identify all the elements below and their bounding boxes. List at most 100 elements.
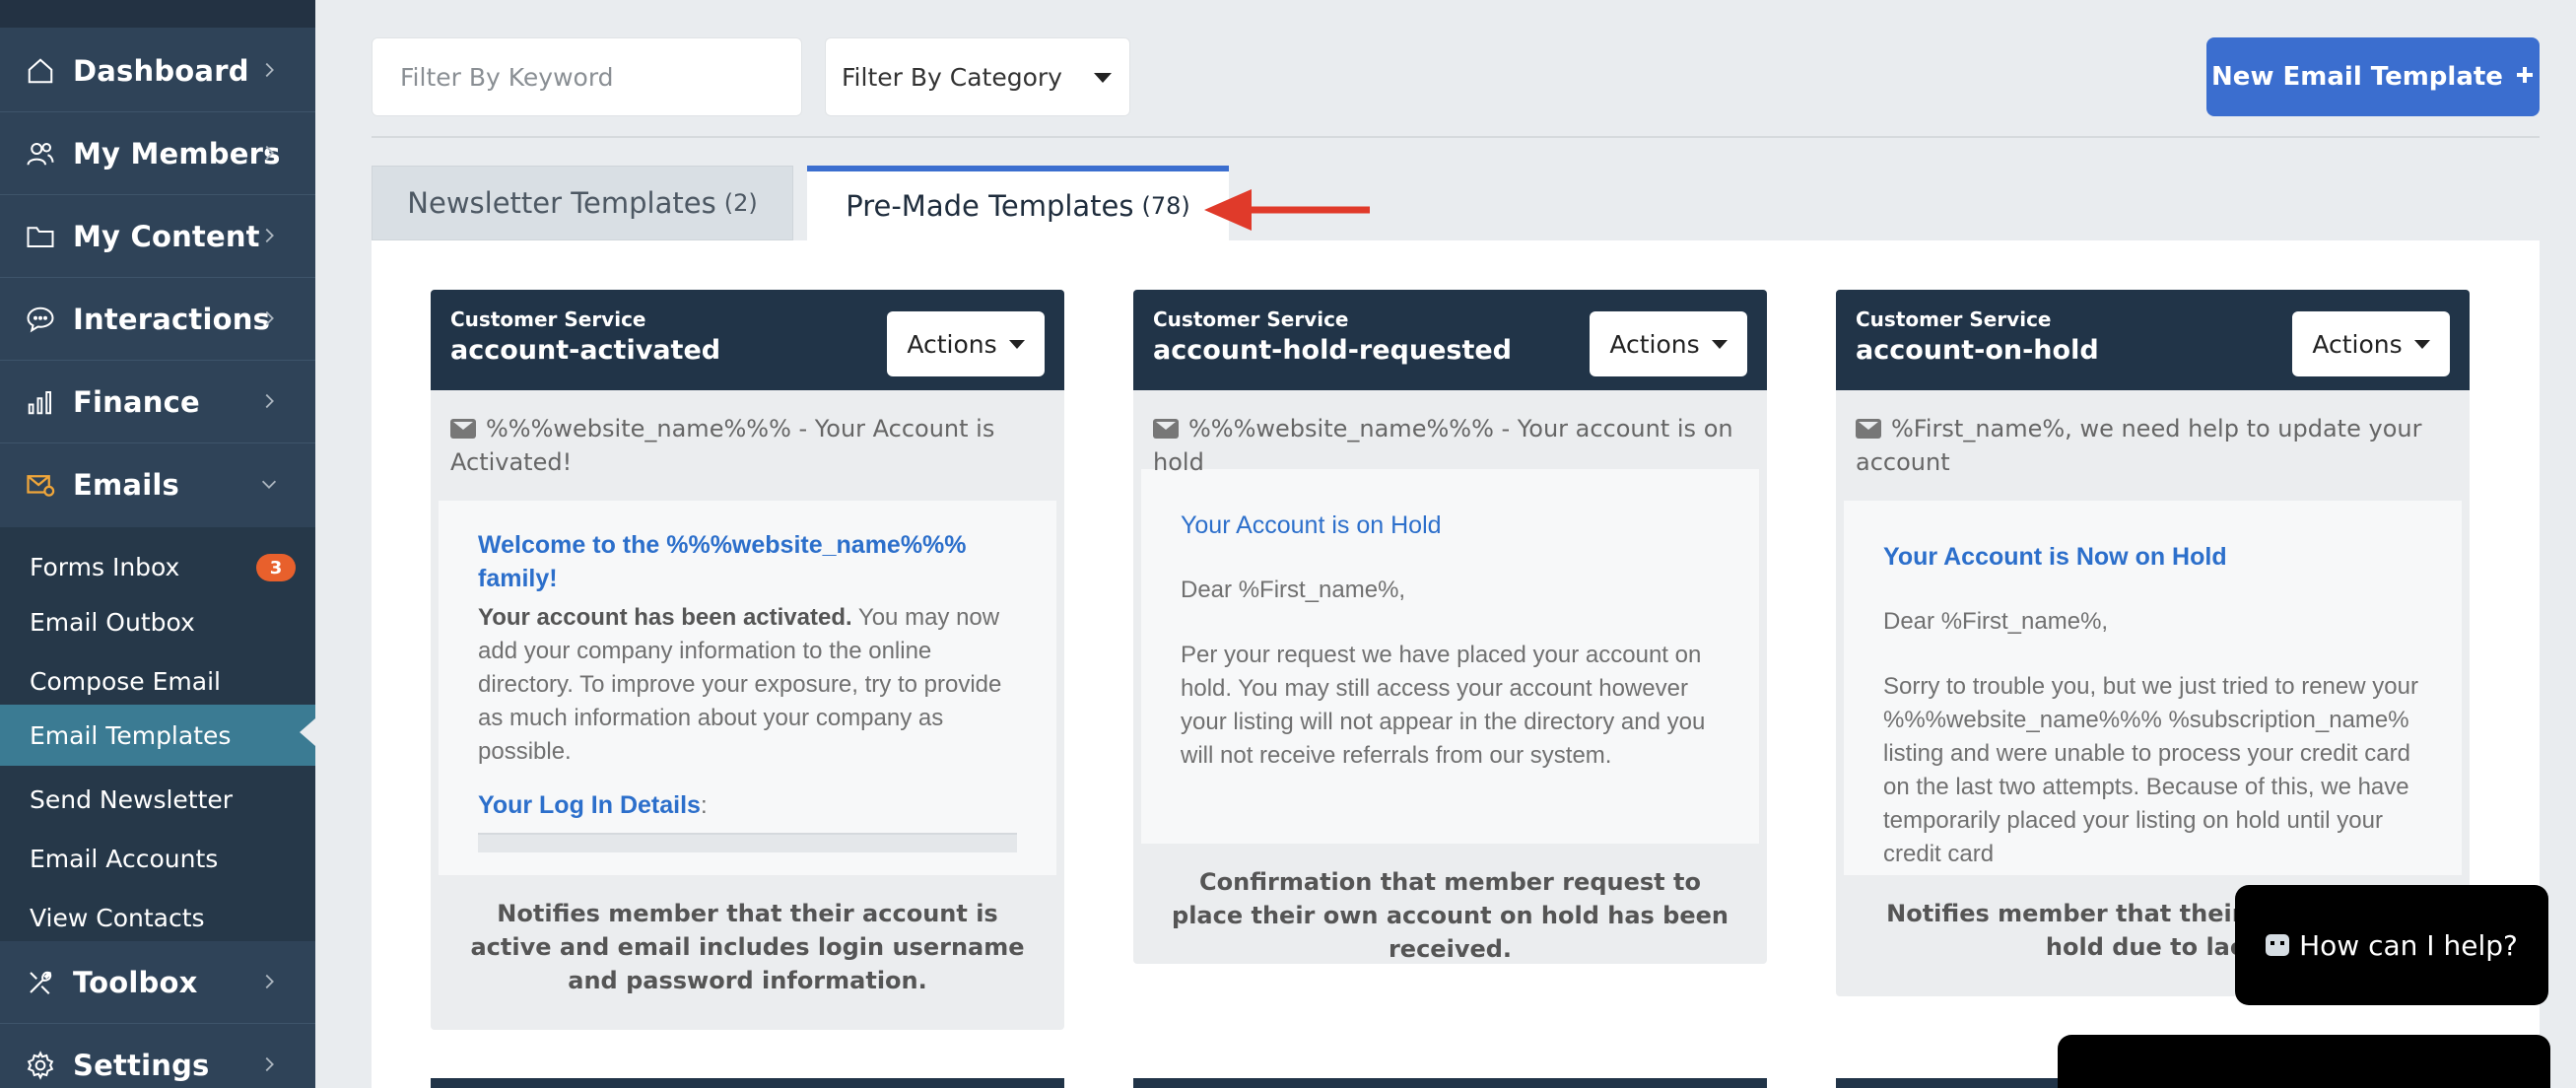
tab-pre-made-templates[interactable]: Pre-Made Templates (78): [807, 166, 1229, 240]
sidebar-item-my-members[interactable]: My Members: [0, 112, 315, 195]
card-header: Customer Service account-on-hold Actions: [1836, 290, 2470, 390]
sidebar-item-label: Toolbox: [73, 965, 198, 999]
card-category: Customer Service: [1153, 307, 1349, 331]
submenu-label: Forms Inbox: [30, 552, 180, 581]
actions-label: Actions: [2312, 329, 2403, 359]
robot-icon: [2266, 934, 2290, 956]
emails-submenu: Forms Inbox 3 Email Outbox Compose Email…: [0, 527, 315, 941]
chevron-right-icon: [258, 390, 280, 412]
caret-down-icon: [1094, 73, 1112, 83]
submenu-label: Email Templates: [30, 720, 232, 750]
keyword-filter-placeholder: Filter By Keyword: [400, 62, 614, 92]
chat-icon: [24, 303, 57, 336]
actions-button[interactable]: Actions: [2292, 311, 2450, 376]
new-email-template-label: New Email Template: [2211, 62, 2503, 92]
annotation-arrow-icon: [1204, 189, 1370, 231]
sidebar-item-dashboard[interactable]: Dashboard: [0, 30, 315, 112]
card-header: Customer Service account-activated Actio…: [431, 290, 1064, 390]
sidebar-item-interactions[interactable]: Interactions: [0, 278, 315, 361]
chevron-right-icon: [258, 225, 280, 246]
card-description: Notifies member that their account is ac…: [470, 900, 1025, 994]
card-subject: %%%website_name%%% - Your account is on …: [1133, 390, 1767, 476]
preview-login-suffix: :: [700, 792, 708, 819]
caret-down-icon: [1711, 339, 1728, 349]
chevron-down-icon: [258, 473, 280, 495]
sidebar-item-toolbox[interactable]: Toolbox: [0, 941, 315, 1024]
preview-heading: Welcome to the %%%website_name%%% family…: [478, 531, 967, 592]
actions-button[interactable]: Actions: [1590, 311, 1747, 376]
submenu-label: Compose Email: [30, 666, 221, 696]
submenu-label: Send Newsletter: [30, 784, 234, 814]
submenu-item-email-templates[interactable]: Email Templates: [0, 705, 315, 766]
card-preview: Your Account is Now on Hold Dear %First_…: [1844, 501, 2462, 875]
sidebar-item-emails[interactable]: Emails: [0, 443, 315, 526]
sidebar: Dashboard My Members My Content Interact…: [0, 0, 315, 1088]
new-email-template-button[interactable]: New Email Template: [2206, 37, 2540, 116]
submenu-label: View Contacts: [30, 903, 205, 932]
next-card-header: [431, 1078, 1064, 1088]
keyword-filter-input[interactable]: Filter By Keyword: [372, 37, 802, 116]
gear-icon: [24, 1049, 57, 1082]
actions-label: Actions: [1609, 329, 1700, 359]
preview-paragraph: Your account has been activated. You may…: [478, 601, 1017, 769]
tab-count: (78): [1141, 192, 1190, 220]
preview-greeting: Dear %First_name%,: [1883, 608, 2109, 635]
envelope-icon: [1153, 419, 1179, 439]
sidebar-item-settings[interactable]: Settings: [0, 1024, 315, 1088]
category-filter-select[interactable]: Filter By Category: [825, 37, 1130, 116]
toolbar-divider: [372, 136, 2540, 138]
sidebar-item-label: Settings: [73, 1048, 210, 1082]
card-subject-text: %First_name%, we need help to update you…: [1856, 415, 2422, 476]
card-subject: %%%website_name%%% - Your Account is Act…: [431, 390, 1064, 501]
actions-button[interactable]: Actions: [887, 311, 1045, 376]
card-preview: Welcome to the %%%website_name%%% family…: [439, 501, 1056, 875]
submenu-item-compose-email[interactable]: Compose Email: [0, 653, 315, 709]
tools-icon: [24, 966, 57, 999]
sidebar-item-label: Finance: [73, 384, 200, 419]
card-subject-text: %%%website_name%%% - Your Account is Act…: [450, 415, 995, 476]
card-subject: %First_name%, we need help to update you…: [1836, 390, 2470, 501]
submenu-item-forms-inbox[interactable]: Forms Inbox 3: [0, 539, 315, 594]
plus-icon: [2515, 62, 2535, 92]
preview-text: Sorry to trouble you, but we just tried …: [1883, 673, 2418, 867]
preview-heading: Your Account is on Hold: [1181, 511, 1442, 539]
home-icon: [24, 54, 57, 88]
submenu-label: Email Accounts: [30, 844, 219, 873]
card-header: Customer Service account-hold-requested …: [1133, 290, 1767, 390]
chevron-right-icon: [258, 971, 280, 992]
tab-count: (2): [723, 189, 758, 217]
chevron-right-icon: [258, 307, 280, 329]
unread-count-badge: 3: [256, 554, 296, 581]
card-title: account-activated: [450, 335, 721, 366]
tab-label: Newsletter Templates: [407, 186, 716, 220]
bar-chart-icon: [24, 385, 57, 419]
next-card-header: [1133, 1078, 1767, 1088]
sidebar-item-label: My Members: [73, 136, 281, 170]
preview-login-heading-row: Your Log In Details:: [478, 788, 1017, 823]
tab-label: Pre-Made Templates: [846, 189, 1134, 223]
card-description: Confirmation that member request to plac…: [1172, 868, 1729, 963]
sidebar-item-label: My Content: [73, 219, 260, 253]
sidebar-top-strip: [0, 0, 315, 28]
category-filter-value: Filter By Category: [842, 62, 1062, 92]
sidebar-item-finance[interactable]: Finance: [0, 361, 315, 443]
sidebar-item-my-content[interactable]: My Content: [0, 195, 315, 278]
folder-icon: [24, 220, 57, 253]
caret-down-icon: [1008, 339, 1025, 349]
chat-help-label: How can I help?: [2299, 928, 2518, 962]
submenu-item-send-newsletter[interactable]: Send Newsletter: [0, 772, 315, 827]
chat-panel-peek[interactable]: [2058, 1035, 2550, 1088]
card-category: Customer Service: [1856, 307, 2052, 331]
submenu-label: Email Outbox: [30, 607, 195, 637]
users-icon: [24, 137, 57, 170]
submenu-item-email-accounts[interactable]: Email Accounts: [0, 831, 315, 886]
chevron-right-icon: [258, 142, 280, 164]
tab-newsletter-templates[interactable]: Newsletter Templates (2): [372, 166, 793, 240]
submenu-item-email-outbox[interactable]: Email Outbox: [0, 594, 315, 649]
submenu-item-view-contacts[interactable]: View Contacts: [0, 890, 315, 945]
template-card: Customer Service account-activated Actio…: [431, 290, 1064, 1030]
card-preview: Your Account is on Hold Dear %First_name…: [1141, 469, 1759, 844]
chat-help-button[interactable]: How can I help?: [2235, 885, 2548, 1005]
actions-label: Actions: [907, 329, 997, 359]
email-settings-icon: [24, 468, 57, 502]
